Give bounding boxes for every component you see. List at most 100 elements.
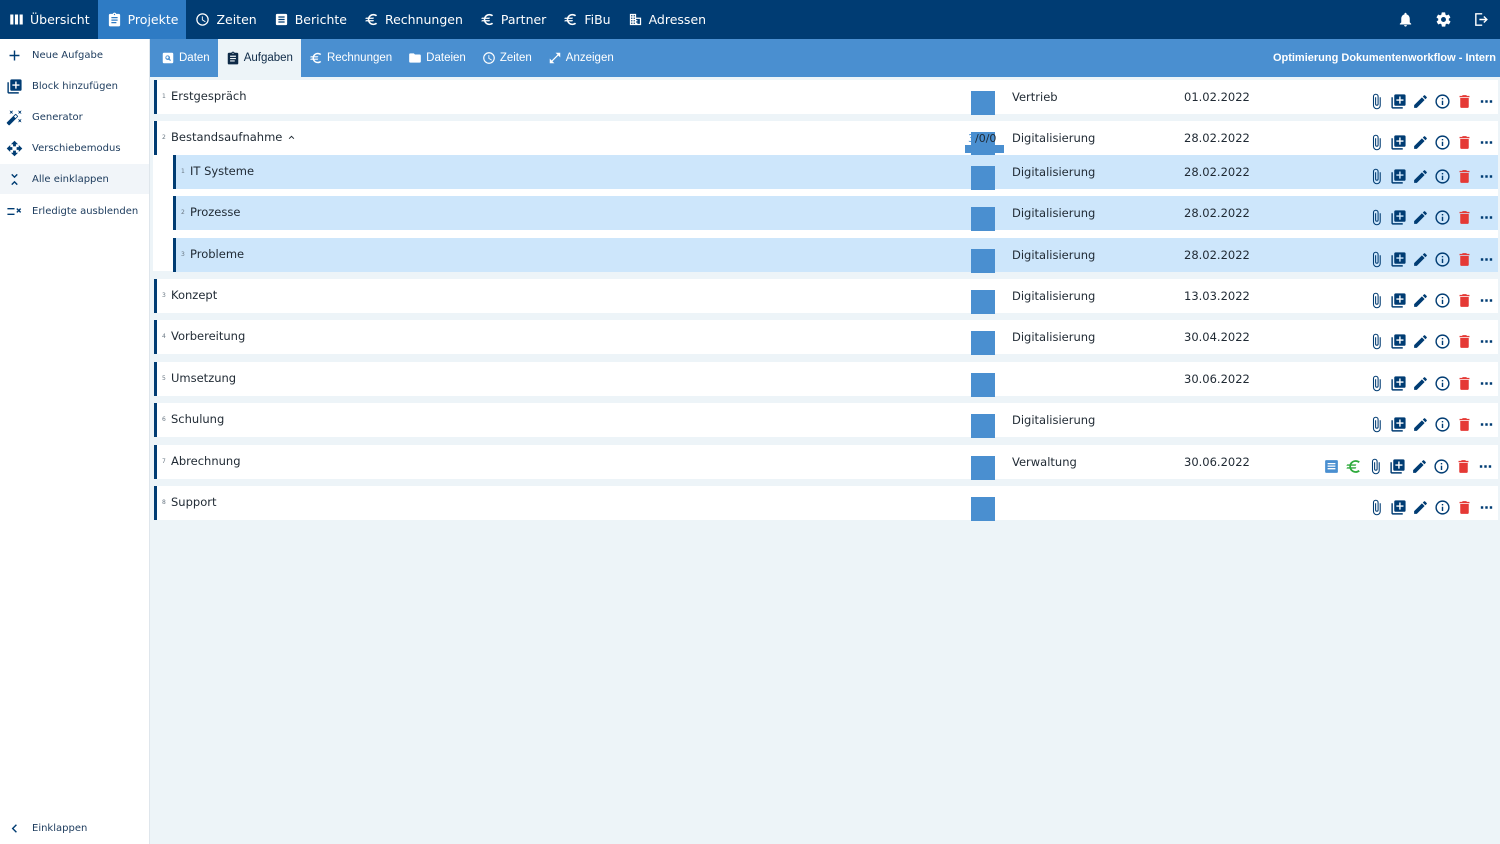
edit-button[interactable] — [1411, 250, 1429, 268]
report-button[interactable] — [1322, 457, 1340, 475]
edit-button[interactable] — [1411, 332, 1429, 350]
tab-rechnungen[interactable]: Rechnungen — [301, 39, 400, 77]
info-button[interactable] — [1433, 498, 1451, 516]
add-block-button[interactable] — [1389, 291, 1407, 309]
task-color-square[interactable] — [971, 249, 995, 273]
task-color-square[interactable] — [971, 456, 995, 480]
tab-zeiten[interactable]: Zeiten — [474, 39, 540, 77]
sidebar-item-neue-aufgabe[interactable]: Neue Aufgabe — [0, 40, 149, 70]
info-button[interactable] — [1433, 374, 1451, 392]
task-color-square[interactable] — [971, 373, 995, 397]
task-color-square[interactable] — [971, 331, 995, 355]
attach-button[interactable] — [1367, 92, 1385, 110]
edit-button[interactable] — [1411, 133, 1429, 151]
delete-button[interactable] — [1454, 457, 1472, 475]
delete-button[interactable] — [1455, 92, 1473, 110]
info-button[interactable] — [1433, 291, 1451, 309]
delete-button[interactable] — [1455, 498, 1473, 516]
edit-button[interactable] — [1411, 498, 1429, 516]
more-button[interactable] — [1477, 291, 1495, 309]
add-block-button[interactable] — [1389, 415, 1407, 433]
bell-button[interactable] — [1386, 0, 1424, 39]
gear-button[interactable] — [1424, 0, 1462, 39]
task-color-square[interactable] — [971, 414, 995, 438]
tab-dateien[interactable]: Dateien — [400, 39, 474, 77]
edit-button[interactable] — [1411, 208, 1429, 226]
topnav-item-zeiten[interactable]: Zeiten — [186, 0, 264, 39]
more-button[interactable] — [1477, 374, 1495, 392]
topnav-item-berichte[interactable]: Berichte — [265, 0, 355, 39]
tab-daten[interactable]: Daten — [153, 39, 218, 77]
topnav-item-uebersicht[interactable]: Übersicht — [0, 0, 98, 39]
delete-button[interactable] — [1455, 374, 1473, 392]
delete-button[interactable] — [1455, 415, 1473, 433]
topnav-item-rechnungen[interactable]: Rechnungen — [355, 0, 471, 39]
topnav-item-fibu[interactable]: FiBu — [554, 0, 618, 39]
task-row[interactable]: 5 Umsetzung 30.06.2022 — [154, 362, 1498, 397]
edit-button[interactable] — [1411, 415, 1429, 433]
sidebar-item-alle-einklappen[interactable]: Alle einklappen — [0, 164, 149, 194]
attach-button[interactable] — [1367, 498, 1385, 516]
subtask-row[interactable]: 2 Prozesse Digitalisierung 28.02.2022 — [173, 196, 1498, 231]
tab-anzeigen[interactable]: Anzeigen — [540, 39, 622, 77]
more-button[interactable] — [1477, 250, 1495, 268]
task-color-square[interactable] — [971, 497, 995, 521]
task-color-square[interactable] — [971, 290, 995, 314]
task-color-square[interactable] — [971, 91, 995, 115]
more-button[interactable] — [1476, 457, 1494, 475]
delete-button[interactable] — [1455, 133, 1473, 151]
info-button[interactable] — [1433, 133, 1451, 151]
sidebar-item-erledigte-ausblenden[interactable]: Erledigte ausblenden — [0, 196, 149, 226]
info-button[interactable] — [1433, 92, 1451, 110]
subtask-row[interactable]: 1 IT Systeme Digitalisierung 28.02.2022 — [173, 155, 1498, 190]
task-row[interactable]: 1 Erstgespräch Vertrieb 01.02.2022 — [154, 80, 1498, 115]
chevron-up-icon[interactable] — [286, 132, 297, 143]
edit-button[interactable] — [1410, 457, 1428, 475]
add-block-button[interactable] — [1389, 133, 1407, 151]
more-button[interactable] — [1477, 498, 1495, 516]
info-button[interactable] — [1432, 457, 1450, 475]
task-row[interactable]: 2 Bestandsaufnahme 3/0/0 Digitalisierung 28.… — [154, 121, 1498, 156]
edit-button[interactable] — [1411, 92, 1429, 110]
add-block-button[interactable] — [1389, 167, 1407, 185]
sidebar-item-verschiebemodus[interactable]: Verschiebemodus — [0, 133, 149, 163]
task-row[interactable]: 4 Vorbereitung Digitalisierung 30.04.2022 — [154, 320, 1498, 355]
info-button[interactable] — [1433, 208, 1451, 226]
more-button[interactable] — [1477, 133, 1495, 151]
attach-button[interactable] — [1367, 250, 1385, 268]
delete-button[interactable] — [1455, 291, 1473, 309]
invoice-button[interactable] — [1344, 457, 1362, 475]
add-block-button[interactable] — [1389, 92, 1407, 110]
add-block-button[interactable] — [1389, 250, 1407, 268]
edit-button[interactable] — [1411, 374, 1429, 392]
topnav-item-projekte[interactable]: Projekte — [97, 0, 187, 39]
attach-button[interactable] — [1366, 457, 1384, 475]
delete-button[interactable] — [1455, 332, 1473, 350]
topnav-item-adressen[interactable]: Adressen — [619, 0, 714, 39]
add-block-button[interactable] — [1389, 208, 1407, 226]
attach-button[interactable] — [1367, 291, 1385, 309]
attach-button[interactable] — [1367, 332, 1385, 350]
info-button[interactable] — [1433, 250, 1451, 268]
edit-button[interactable] — [1411, 167, 1429, 185]
sidebar-item-block-hinzufuegen[interactable]: Block hinzufügen — [0, 71, 149, 101]
add-block-button[interactable] — [1389, 374, 1407, 392]
tab-aufgaben[interactable]: Aufgaben — [217, 39, 301, 77]
add-block-button[interactable] — [1389, 498, 1407, 516]
more-button[interactable] — [1477, 332, 1495, 350]
task-row[interactable]: 7 Abrechnung Verwaltung 30.06.2022 — [154, 445, 1498, 480]
subtask-row[interactable]: 3 Probleme Digitalisierung 28.02.2022 — [173, 238, 1498, 273]
sidebar-collapse-button[interactable]: Einklappen — [0, 813, 149, 843]
more-button[interactable] — [1477, 167, 1495, 185]
topnav-item-partner[interactable]: Partner — [471, 0, 554, 39]
task-row[interactable]: 6 Schulung Digitalisierung — [154, 403, 1498, 438]
logout-button[interactable] — [1462, 0, 1500, 39]
more-button[interactable] — [1477, 415, 1495, 433]
info-button[interactable] — [1433, 415, 1451, 433]
delete-button[interactable] — [1455, 250, 1473, 268]
more-button[interactable] — [1477, 92, 1495, 110]
attach-button[interactable] — [1367, 415, 1385, 433]
attach-button[interactable] — [1367, 167, 1385, 185]
edit-button[interactable] — [1411, 291, 1429, 309]
attach-button[interactable] — [1367, 208, 1385, 226]
